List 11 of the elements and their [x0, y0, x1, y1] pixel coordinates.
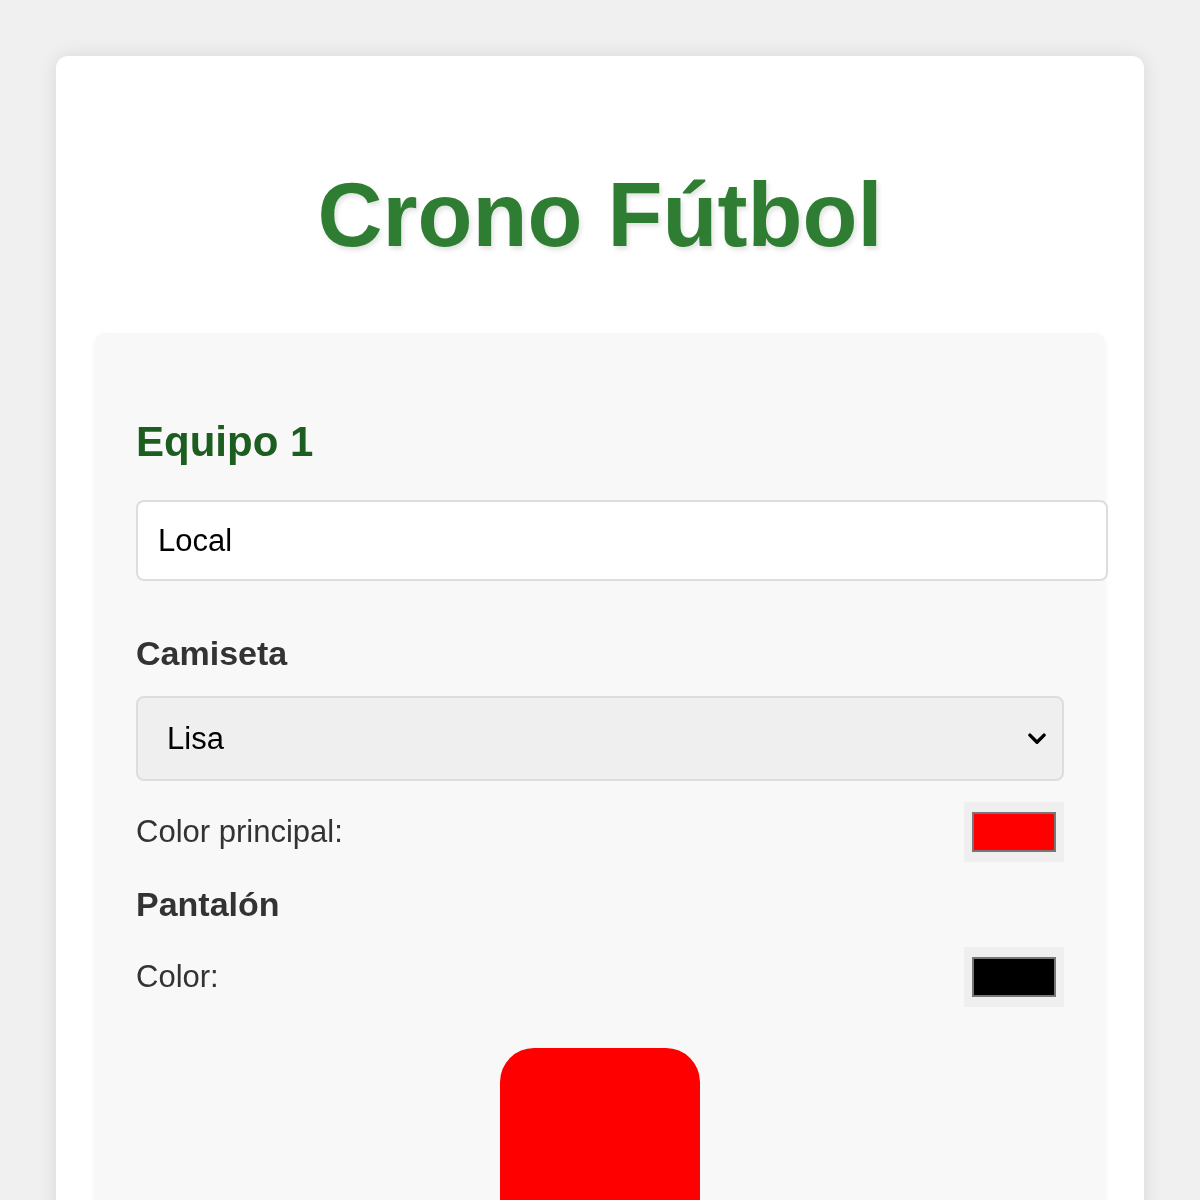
- app-title: Crono Fútbol: [317, 164, 883, 267]
- team-name-field[interactable]: Local: [136, 500, 1108, 581]
- color-picker[interactable]: [964, 947, 1064, 1007]
- color-label: Color:: [136, 959, 219, 995]
- shorts-label: Pantalón: [136, 884, 280, 925]
- shirt-label: Camiseta: [136, 633, 288, 674]
- color-label: Color principal:: [136, 814, 343, 850]
- color-picker[interactable]: [964, 802, 1064, 862]
- chevron-down-icon: [1028, 732, 1046, 745]
- shirt-style-select[interactable]: Lisa: [136, 696, 1064, 781]
- team-heading: Equipo 1: [136, 417, 314, 467]
